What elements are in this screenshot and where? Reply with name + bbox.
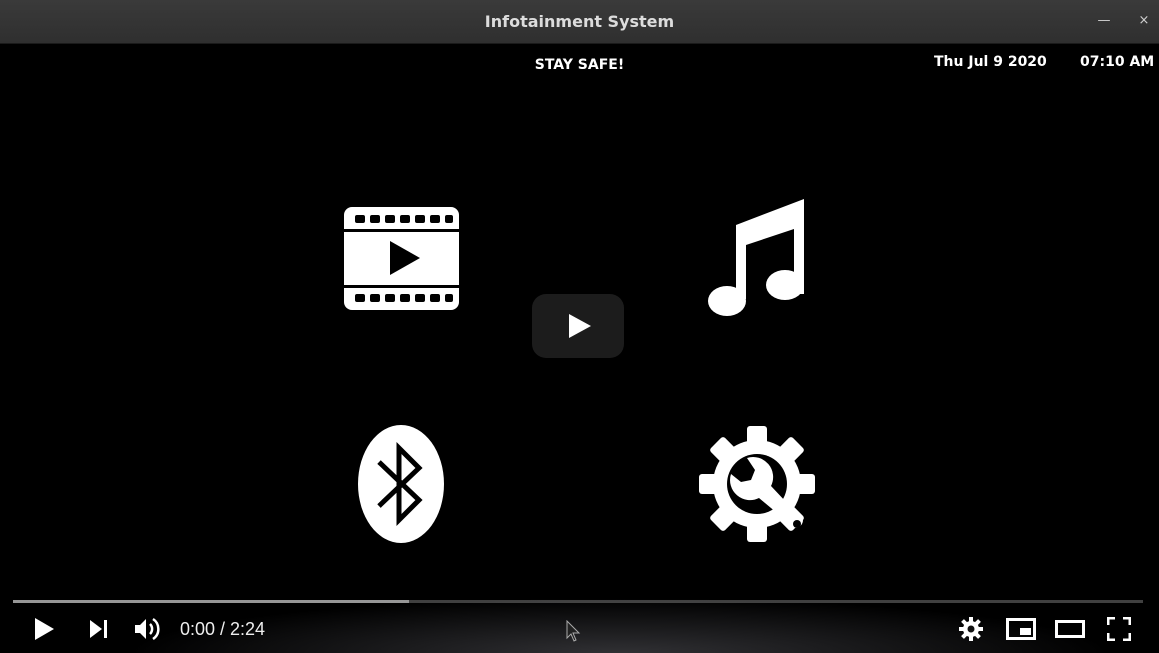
next-icon[interactable] bbox=[89, 619, 109, 639]
volume-icon[interactable] bbox=[134, 616, 162, 642]
play-icon bbox=[569, 314, 591, 338]
mouse-cursor-icon bbox=[566, 620, 581, 642]
window-titlebar: Infotainment System — × bbox=[0, 0, 1159, 44]
infotainment-screen: STAY SAFE! Thu Jul 9 2020 07:10 AM bbox=[0, 44, 1159, 653]
settings-icon[interactable] bbox=[959, 617, 983, 641]
big-play-button[interactable] bbox=[532, 294, 624, 358]
date-display: Thu Jul 9 2020 bbox=[934, 54, 1047, 70]
fullscreen-icon[interactable] bbox=[1107, 617, 1131, 641]
film-play-icon[interactable] bbox=[344, 207, 459, 310]
gear-wrench-icon[interactable] bbox=[697, 424, 817, 544]
window-title: Infotainment System bbox=[484, 12, 675, 31]
minimize-icon[interactable]: — bbox=[1093, 10, 1115, 32]
buffered-bar bbox=[13, 600, 409, 603]
time-display: 0:00 / 2:24 bbox=[180, 619, 266, 639]
progress-bar[interactable] bbox=[13, 600, 1143, 603]
music-note-icon[interactable] bbox=[708, 199, 806, 319]
clock-display: 07:10 AM bbox=[1080, 54, 1155, 70]
miniplayer-icon[interactable] bbox=[1006, 618, 1036, 640]
play-icon[interactable] bbox=[32, 617, 56, 641]
theater-icon[interactable] bbox=[1055, 620, 1085, 638]
close-icon[interactable]: × bbox=[1133, 10, 1155, 32]
bluetooth-icon[interactable] bbox=[357, 424, 445, 544]
